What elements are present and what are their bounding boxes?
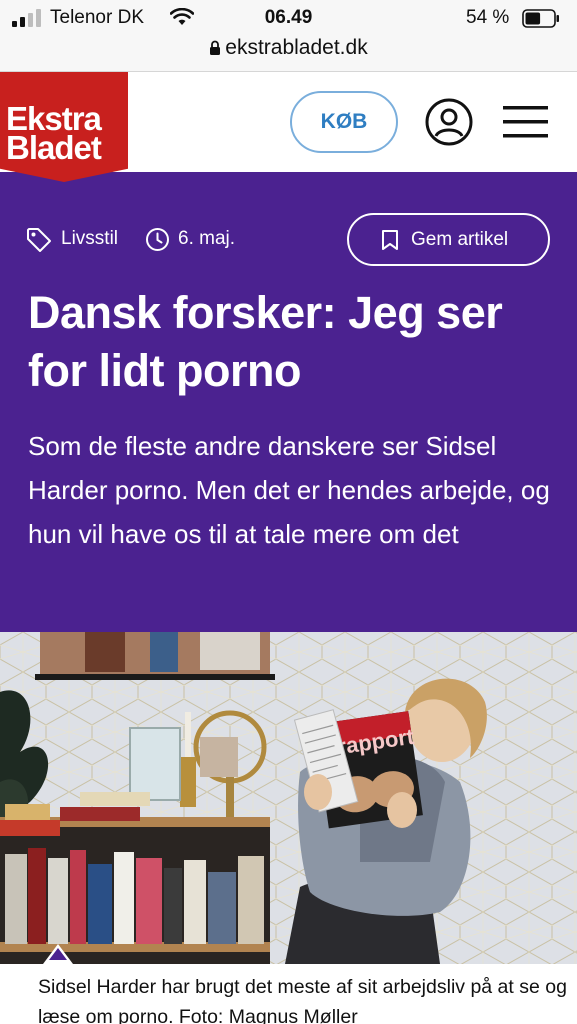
ekstra-bladet-logo[interactable]: Ekstra Bladet — [0, 72, 128, 182]
article-date: 6. maj. — [178, 228, 236, 249]
status-bar: Telenor DK 06.49 54 % — [0, 0, 577, 38]
caption-pointer-icon — [43, 944, 73, 964]
user-account-icon[interactable] — [425, 98, 473, 146]
logo-text-line2: Bladet — [6, 129, 102, 166]
article-headline: Dansk forsker: Jeg ser for lidt porno — [28, 287, 503, 396]
lock-icon — [210, 40, 221, 55]
battery-icon — [522, 9, 559, 28]
bookmark-icon — [382, 230, 398, 250]
battery-percent: 54 % — [466, 7, 510, 28]
tag-icon — [27, 228, 51, 252]
save-article-label: Gem artikel — [411, 229, 509, 250]
clock-icon — [146, 228, 169, 251]
buy-button[interactable]: KØB — [290, 91, 398, 153]
photo-caption: Sidsel Harder har brugt det meste af sit… — [38, 976, 567, 1024]
photo-illustration: rapport — [0, 632, 577, 964]
url-domain: ekstrabladet.dk — [225, 36, 368, 59]
hamburger-menu-icon[interactable] — [503, 104, 548, 140]
site-header: Ekstra Bladet KØB — [0, 72, 577, 182]
article-photo[interactable]: rapport — [0, 632, 577, 964]
address-bar[interactable]: ekstrabladet.dk — [0, 36, 577, 72]
article-category[interactable]: Livsstil — [61, 227, 118, 251]
article-subheadline: Som de fleste andre danskere ser Sidsel … — [28, 431, 550, 549]
save-article-button[interactable]: Gem artikel — [347, 213, 550, 266]
article-header: Livsstil 6. maj. Gem artikel Dansk forsk… — [0, 172, 577, 632]
